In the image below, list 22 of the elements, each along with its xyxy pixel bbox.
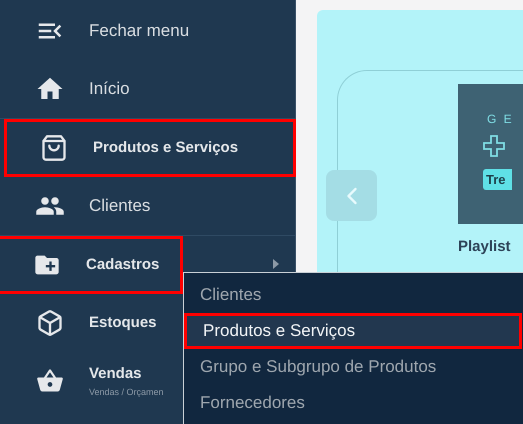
item-label: Início bbox=[89, 78, 130, 100]
sidebar-item[interactable]: Produtos e Serviços bbox=[4, 119, 296, 177]
sidebar-item[interactable]: Cadastros bbox=[0, 236, 183, 294]
submenu-item[interactable]: Grupo e Subgrupo de Produtos bbox=[184, 349, 523, 385]
submenu-item[interactable]: Produtos e Serviços bbox=[184, 313, 522, 349]
item-label: Clientes bbox=[89, 195, 150, 218]
sidebar-item[interactable]: Clientes bbox=[0, 177, 295, 235]
item-subtitle: Vendas / Orçamen bbox=[89, 386, 164, 399]
slide-caption: Playlist bbox=[458, 237, 512, 257]
logo-text: G E bbox=[487, 111, 514, 128]
item-label: Fechar menu bbox=[89, 20, 190, 42]
item-label: Vendas bbox=[89, 364, 143, 384]
submenu-item[interactable]: Clientes bbox=[184, 277, 523, 313]
item-label: Cadastros bbox=[86, 254, 160, 275]
sidebar-item[interactable]: Fechar menu bbox=[0, 2, 295, 60]
sidebar-item[interactable]: Início bbox=[0, 60, 295, 118]
previous-button[interactable] bbox=[326, 170, 377, 221]
trial-badge: Tre bbox=[483, 169, 512, 190]
submenu-item[interactable]: Fornecedores bbox=[184, 385, 523, 421]
item-label: Produtos e Serviços bbox=[93, 138, 238, 158]
item-label: Estoques bbox=[89, 312, 157, 333]
cross-logo-icon bbox=[482, 134, 506, 158]
